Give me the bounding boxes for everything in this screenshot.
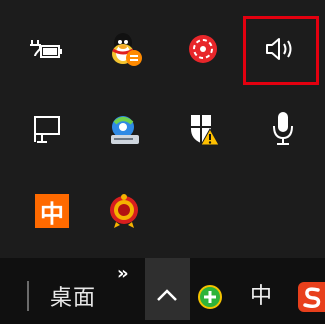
desktop-toolbar-label[interactable]: 桌面 — [50, 280, 96, 312]
chevron-up-icon — [157, 289, 177, 301]
windows-security-warning-icon[interactable] — [176, 102, 230, 156]
disk-sync-icon[interactable] — [98, 102, 152, 156]
tray-overflow-flyout: 中 — [0, 0, 325, 258]
ime-language-indicator[interactable]: 中 — [250, 278, 272, 310]
volume-highlight-box — [243, 16, 319, 85]
ime-chinese-label: 中 — [40, 199, 64, 228]
ime-chinese-icon[interactable]: 中 — [35, 194, 69, 228]
toolbar-expand-chevron-icon[interactable]: » — [117, 263, 129, 284]
green-plus-app-icon[interactable] — [196, 282, 226, 316]
show-hidden-icons-button[interactable] — [145, 258, 190, 320]
microphone-icon[interactable] — [256, 102, 310, 156]
sogou-input-icon[interactable] — [298, 282, 325, 312]
taskbar-separator — [27, 281, 29, 311]
network-icon[interactable] — [20, 102, 74, 156]
app-badge-icon[interactable] — [97, 184, 151, 238]
power-battery-icon[interactable] — [20, 22, 74, 76]
antivirus-icon[interactable] — [176, 22, 230, 76]
qq-icon[interactable] — [98, 22, 152, 76]
taskbar: 桌面 » 中 — [0, 258, 325, 320]
